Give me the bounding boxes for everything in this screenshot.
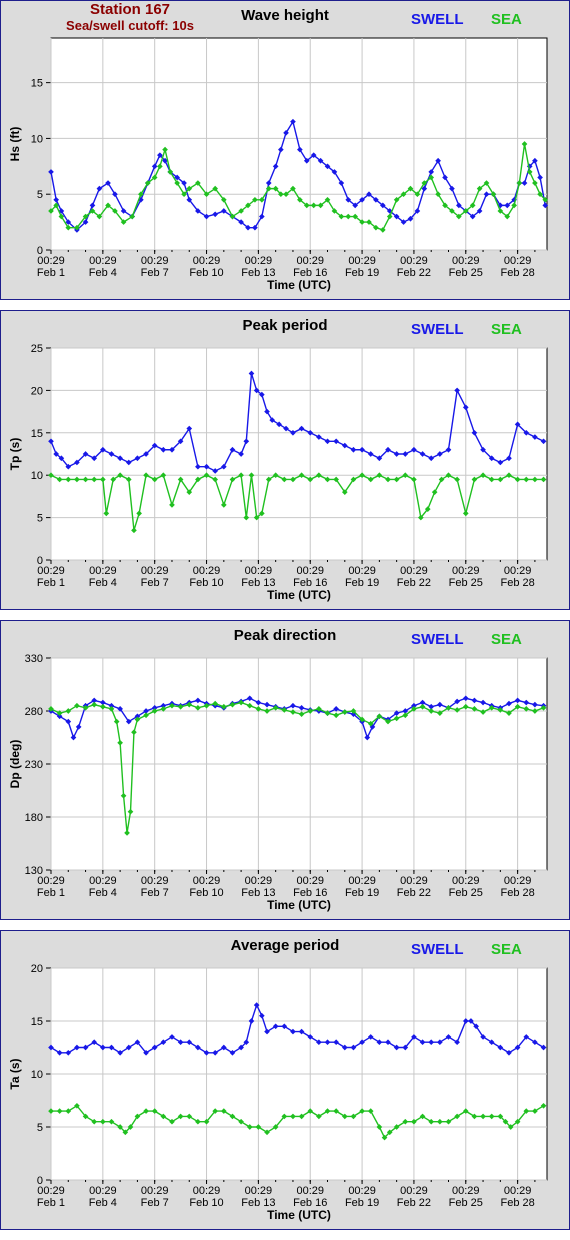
chart-panel-peak-direction: 130 180 230 280 330 00:29 Feb 1 00:29 Feb 4 00:29…: [0, 620, 570, 920]
x-tick-label: 00:29 Feb 28: [500, 565, 534, 589]
legend-swell: SWELL: [411, 631, 464, 648]
x-tick-label: 00:29 Feb 19: [345, 255, 379, 279]
x-tick-label: 00:29 Feb 22: [397, 875, 431, 899]
x-tick-label: 00:29 Feb 1: [37, 875, 65, 899]
x-tick-label: 00:29 Feb 4: [89, 565, 117, 589]
y-axis-label: Tp (s): [8, 438, 22, 471]
chart-average-period: 0510152000:29 Feb 100:29 Feb 400:29 Feb 700…: [8, 963, 548, 1222]
legend-swell: SWELL: [411, 11, 464, 28]
x-tick-label: 00:29 Feb 16: [293, 1185, 327, 1209]
x-tick-label: 00:29 Feb 7: [141, 565, 169, 589]
x-axis-label: Time (UTC): [267, 278, 331, 292]
legend-swell: SWELL: [411, 321, 464, 338]
y-tick-label: 180: [25, 812, 43, 824]
x-tick-label: 00:29 Feb 25: [449, 1185, 483, 1209]
y-tick-label: 15: [31, 428, 43, 440]
x-tick-label: 00:29 Feb 25: [449, 875, 483, 899]
x-tick-label: 00:29 Feb 1: [37, 255, 65, 279]
y-tick-label: 20: [31, 963, 43, 975]
x-tick-label: 00:29 Feb 19: [345, 875, 379, 899]
x-tick-label: 00:29 Feb 25: [449, 565, 483, 589]
y-tick-label: 5: [37, 513, 43, 525]
chart-title: Average period: [230, 937, 340, 954]
x-tick-label: 00:29 Feb 10: [189, 255, 223, 279]
chart-peak-direction: 13018023028033000:29 Feb 100:29 Feb 400:29…: [8, 653, 548, 912]
x-tick-label: 00:29 Feb 13: [241, 1185, 275, 1209]
y-axis-label: Ta (s): [8, 1058, 22, 1089]
x-tick-label: 00:29 Feb 19: [345, 565, 379, 589]
legend-sea: SEA: [491, 321, 522, 338]
x-axis-label: Time (UTC): [267, 898, 331, 912]
y-tick-label: 280: [25, 706, 43, 718]
y-tick-label: 20: [31, 385, 43, 397]
y-tick-label: 15: [31, 78, 43, 90]
y-tick-label: 15: [31, 1016, 43, 1028]
x-tick-label: 00:29 Feb 1: [37, 1185, 65, 1209]
y-tick-label: 10: [31, 470, 43, 482]
y-tick-label: 5: [37, 1122, 43, 1134]
x-tick-label: 00:29 Feb 4: [89, 875, 117, 899]
x-axis-label: Time (UTC): [267, 1208, 331, 1222]
legend-sea: SEA: [491, 631, 522, 648]
x-tick-label: 00:29 Feb 10: [189, 565, 223, 589]
chart-peak-period: 051015202500:29 Feb 100:29 Feb 400:29 Feb 7…: [8, 343, 548, 602]
x-tick-label: 00:29 Feb 28: [500, 255, 534, 279]
x-axis-label: Time (UTC): [267, 588, 331, 602]
x-tick-label: 00:29 Feb 10: [189, 1185, 223, 1209]
x-tick-label: 00:29 Feb 4: [89, 255, 117, 279]
chart-title: Peak direction: [233, 627, 337, 644]
chart-title: Wave height: [241, 7, 329, 24]
y-tick-label: 5: [37, 189, 43, 201]
y-axis-label: Hs (ft): [8, 127, 22, 162]
x-tick-label: 00:29 Feb 7: [141, 1185, 169, 1209]
x-tick-label: 00:29 Feb 10: [189, 875, 223, 899]
y-tick-label: 330: [25, 653, 43, 665]
x-tick-label: 00:29 Feb 13: [241, 565, 275, 589]
x-tick-label: 00:29 Feb 19: [345, 1185, 379, 1209]
legend-sea: SEA: [491, 11, 522, 28]
x-tick-label: 00:29 Feb 22: [397, 255, 431, 279]
chart-panel-peak-period: 0 5 10 15 20 25 00:29 Feb 1 00:29 Feb 4 00:29 Feb 7…: [0, 310, 570, 610]
y-tick-label: 10: [31, 133, 43, 145]
plot-area: [50, 347, 548, 561]
chart-title: Peak period: [242, 317, 328, 334]
x-tick-label: 00:29 Feb 16: [293, 875, 327, 899]
x-tick-label: 00:29 Feb 7: [141, 255, 169, 279]
legend-swell: SWELL: [411, 941, 464, 958]
x-tick-label: 00:29 Feb 7: [141, 875, 169, 899]
x-tick-label: 00:29 Feb 25: [449, 255, 483, 279]
y-tick-label: 230: [25, 759, 43, 771]
x-tick-label: 00:29 Feb 28: [500, 875, 534, 899]
x-tick-label: 00:29 Feb 16: [293, 565, 327, 589]
y-axis-label: Dp (deg): [8, 740, 22, 789]
x-tick-label: 00:29 Feb 4: [89, 1185, 117, 1209]
x-tick-label: 00:29 Feb 16: [293, 255, 327, 279]
x-tick-label: 00:29 Feb 28: [500, 1185, 534, 1209]
x-tick-label: 00:29 Feb 22: [397, 565, 431, 589]
y-tick-label: 10: [31, 1069, 43, 1081]
x-tick-label: 00:29 Feb 22: [397, 1185, 431, 1209]
chart-wave-height: 05101500:29 Feb 100:29 Feb 400:29 Feb 700:2…: [8, 37, 549, 292]
y-tick-label: 25: [31, 343, 43, 355]
chart-panel-wave-height: 0 5 10 15 00:29 Feb 1 00:29 Feb 4 00:29 Feb 7 00:2…: [0, 0, 570, 300]
x-tick-label: 00:29 Feb 13: [241, 875, 275, 899]
legend-sea: SEA: [491, 941, 522, 958]
chart-panel-average-period: 0 5 10 15 20 00:29 Feb 1 00:29 Feb 4 00:29 Feb 7 00…: [0, 930, 570, 1230]
x-tick-label: 00:29 Feb 13: [241, 255, 275, 279]
x-tick-label: 00:29 Feb 1: [37, 565, 65, 589]
